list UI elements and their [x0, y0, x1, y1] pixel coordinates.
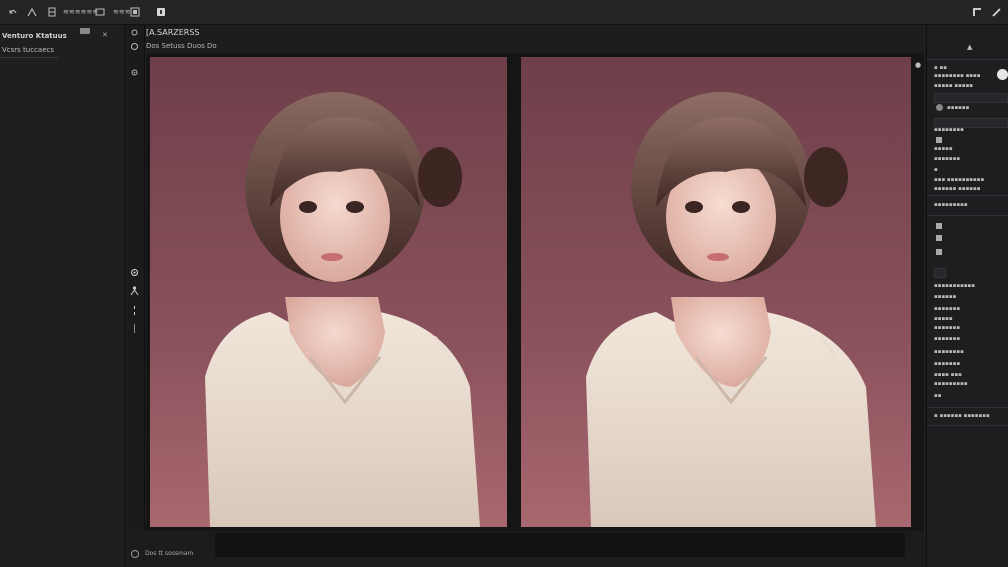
mask-button[interactable]	[130, 6, 140, 18]
frame-menu[interactable]: ≋≋≋	[113, 6, 131, 18]
property-row: ▪▪▪▪▪▪▪	[934, 306, 961, 312]
document-header: [A.SARZERSS Dos Setuss Duos Do	[146, 28, 926, 54]
target-tool-icon[interactable]	[129, 267, 140, 278]
property-input[interactable]	[934, 93, 1008, 103]
properties-panel: ▲ ● ▪ ▪▪ ▪▪▪▪▪▪▪▪ ▪▪▪▪ ▪▪▪▪▪ ▪▪▪▪▪ ▪▪▪▪▪…	[915, 25, 1008, 567]
scroll-tool-icon[interactable]	[129, 323, 140, 334]
property-row: ▪▪▪▪▪▪▪	[934, 156, 961, 162]
property-row: ▪▪▪▪▪ ▪▪▪▪▪	[934, 83, 974, 89]
after-preview[interactable]	[521, 57, 911, 527]
canvas-area[interactable]	[146, 54, 924, 531]
divider	[927, 195, 1008, 196]
person-tool-icon[interactable]	[129, 285, 140, 296]
crop-icon	[972, 7, 982, 17]
brush-swatch-icon[interactable]	[936, 249, 942, 255]
adjust-menu-label: ≋≋≋≋≋≋	[63, 8, 99, 16]
crop-button[interactable]	[972, 6, 982, 18]
brush-swatch-icon[interactable]	[936, 223, 942, 229]
top-toolbar: ≋≋≋≋≋≋ ≋≋≋	[0, 0, 1008, 25]
frame-menu-label: ≋≋≋	[113, 8, 131, 16]
property-row: ▪ ▪▪	[934, 65, 947, 71]
brush-button[interactable]	[27, 6, 37, 18]
pen-icon	[992, 7, 1002, 17]
property-row: ▪▪▪▪▪▪▪	[934, 325, 961, 331]
document-title: [A.SARZERSS	[146, 28, 200, 37]
divider	[927, 215, 1008, 216]
left-panel-subtitle: Vcsrs tuccaecs	[2, 46, 55, 54]
left-panel: Venturo Ktatuus ✕ Vcsrs tuccaecs	[0, 25, 125, 567]
eyedropper-tool-icon[interactable]	[129, 67, 140, 78]
undo-icon	[8, 7, 18, 17]
property-row: ▪	[934, 167, 938, 173]
divider	[927, 59, 1008, 60]
property-row: ▪▪▪▪▪▪	[947, 105, 970, 111]
zoom-tool-icon[interactable]	[129, 41, 140, 52]
property-row: ▪▪▪▪▪▪▪▪▪	[934, 381, 968, 387]
frame-icon	[95, 7, 105, 17]
layers-button[interactable]	[47, 6, 57, 18]
property-row: ▪▪▪▪▪▪▪▪	[934, 349, 964, 355]
property-row: ▪▪▪▪▪	[934, 146, 953, 152]
bottom-bar: Dos tt sossmam	[125, 531, 925, 567]
tool-rail	[125, 25, 145, 567]
divider	[927, 407, 1008, 408]
before-preview[interactable]	[150, 57, 507, 527]
left-panel-divider	[0, 57, 58, 58]
panel-options-icon[interactable]	[80, 28, 90, 34]
move-tool-icon[interactable]	[129, 305, 140, 316]
property-row: ▪▪▪▪▪▪▪▪ ▪▪▪▪	[934, 73, 981, 79]
property-row: ▪▪▪▪▪▪▪▪▪▪▪	[934, 283, 976, 289]
panel-collapse-icon[interactable]: ▲	[967, 43, 972, 51]
export-icon	[156, 7, 166, 17]
property-row: ▪▪	[934, 393, 942, 399]
frame-button[interactable]	[95, 6, 105, 18]
pen-button[interactable]	[992, 6, 1002, 18]
hand-tool-icon[interactable]	[129, 27, 140, 38]
document-subtitle: Dos Setuss Duos Do	[146, 42, 217, 50]
property-row: ▪▪▪▪▪▪▪▪	[934, 127, 964, 133]
undo-button[interactable]	[8, 6, 18, 18]
color-swatch[interactable]	[936, 137, 942, 143]
settings-dot-icon[interactable]	[131, 550, 139, 558]
property-row: ▪▪▪▪▪▪▪▪▪	[934, 202, 968, 208]
property-row: ▪▪▪▪▪▪ ▪▪▪▪▪▪	[934, 186, 981, 192]
property-row: ▪ ▪▪▪▪▪▪ ▪▪▪▪▪▪▪	[934, 413, 990, 419]
adjust-menu[interactable]: ≋≋≋≋≋≋	[63, 6, 98, 18]
divider	[927, 425, 1008, 426]
bottom-status-label: Dos tt sossmam	[145, 550, 194, 557]
filmstrip[interactable]	[215, 533, 905, 557]
brush-icon	[27, 7, 37, 17]
property-row: ▪▪▪▪▪	[934, 316, 953, 322]
property-row: ▪▪▪ ▪▪▪▪▪▪▪▪▪▪	[934, 177, 985, 183]
mask-icon	[130, 7, 140, 17]
brush-swatch-icon[interactable]	[936, 235, 942, 241]
panel-edge-handle[interactable]: ●	[915, 61, 921, 69]
left-panel-title: Venturo Ktatuus	[2, 32, 67, 40]
left-panel-close-button[interactable]: ✕	[102, 31, 108, 39]
property-row: ▪▪▪▪ ▪▪▪	[934, 372, 962, 378]
property-row: ▪▪▪▪▪▪▪	[934, 361, 961, 367]
layers-icon	[47, 7, 57, 17]
slider-handle[interactable]	[936, 104, 943, 111]
export-button[interactable]	[156, 6, 166, 18]
property-row: ▪▪▪▪▪▪	[934, 294, 957, 300]
property-row: ▪▪▪▪▪▪▪	[934, 336, 961, 342]
property-input[interactable]	[934, 268, 946, 278]
toggle-knob[interactable]	[997, 69, 1008, 80]
